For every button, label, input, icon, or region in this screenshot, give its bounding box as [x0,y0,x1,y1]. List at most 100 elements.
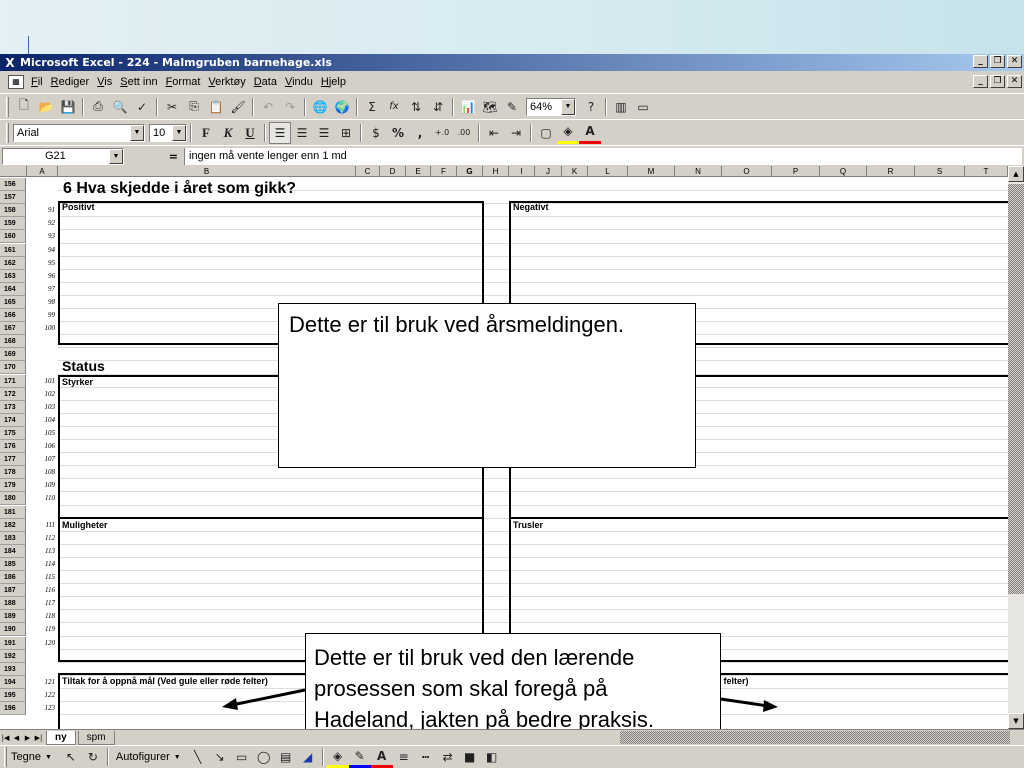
wordart-icon[interactable]: ◢ [297,746,319,768]
row-number-cell[interactable] [27,650,58,663]
row-number-cell[interactable]: 122 [27,689,58,702]
rectangle-icon[interactable]: ▭ [231,746,253,768]
window-icon[interactable]: ▭ [632,96,654,118]
row-header[interactable]: 162 [0,256,26,270]
sort-ascending-icon[interactable]: ⇅ [405,96,427,118]
row-header[interactable]: 160 [0,230,26,244]
row-header[interactable]: 176 [0,440,26,454]
row-header[interactable]: 189 [0,610,26,624]
menu-data[interactable]: Data [253,74,278,90]
column-header[interactable]: S [915,166,965,177]
row-number-cell[interactable]: 109 [27,479,58,492]
column-header[interactable]: K [562,166,588,177]
column-header[interactable]: T [965,166,1008,177]
name-box[interactable]: G21 ▼ [2,147,124,165]
scroll-down-icon[interactable]: ▼ [1008,713,1024,729]
row-number-cell[interactable]: 96 [27,270,58,283]
zoom-select[interactable]: 64% ▼ [526,97,576,116]
increase-indent-icon[interactable]: ⇥ [505,122,527,144]
row-number-cell[interactable]: 97 [27,283,58,296]
chevron-down-icon[interactable]: ▼ [130,124,144,141]
sheet-tab-spm[interactable]: spm [77,730,115,745]
row-header[interactable]: 178 [0,466,26,480]
row-header[interactable]: 168 [0,335,26,349]
row-header[interactable]: 196 [0,702,26,716]
row-header[interactable]: 184 [0,544,26,558]
help-icon[interactable]: ? [580,96,602,118]
vertical-scrollbar[interactable]: ▲ ▼ [1008,166,1024,729]
menu-vindu[interactable]: Vindu [284,74,314,90]
row-number-cell[interactable]: 95 [27,257,58,270]
currency-icon[interactable]: $ [365,122,387,144]
row-number-cell[interactable]: 102 [27,388,58,401]
decrease-indent-icon[interactable]: ⇤ [483,122,505,144]
row-number-cell[interactable]: 114 [27,558,58,571]
undo-icon[interactable]: ↶ [257,96,279,118]
column-header[interactable]: R [867,166,915,177]
row-header[interactable]: 195 [0,688,26,702]
row-header[interactable]: 175 [0,426,26,440]
row-number-cell[interactable]: 117 [27,597,58,610]
redo-icon[interactable]: ↷ [279,96,301,118]
draw-menu[interactable]: Tegne [11,751,41,763]
free-rotate-icon[interactable]: ↻ [82,746,104,768]
line-color-icon[interactable]: ✎ [348,746,371,768]
open-icon[interactable]: 📂 [35,96,57,118]
row-number-cell[interactable] [27,178,58,191]
fill-color-icon[interactable]: ◈ [557,122,579,144]
next-sheet-icon[interactable]: ▶ [22,732,33,744]
increase-decimal-icon[interactable]: +.0 [431,122,453,144]
row-number-cell[interactable]: 119 [27,623,58,636]
menu-format[interactable]: Format [165,74,202,90]
percent-button[interactable]: % [387,122,409,144]
row-header[interactable]: 188 [0,597,26,611]
font-size-select[interactable]: 10 ▼ [149,123,187,142]
fill-color-icon[interactable]: ◈ [326,746,349,768]
bold-button[interactable]: F [195,122,217,144]
font-color-icon[interactable]: A [370,746,393,768]
merge-center-icon[interactable]: ⊞ [335,122,357,144]
autosum-button[interactable]: Σ [361,96,383,118]
row-number-cell[interactable] [27,335,58,348]
row-number-cell[interactable]: 92 [27,217,58,230]
row-number-cell[interactable] [27,506,58,519]
dash-style-icon[interactable]: ┅ [415,746,437,768]
hyperlink-icon[interactable]: 🌐 [309,96,331,118]
cut-icon[interactable]: ✂ [161,96,183,118]
column-header[interactable]: H [483,166,509,177]
menu-vis[interactable]: Vis [96,74,113,90]
row-header[interactable]: 158 [0,204,26,218]
row-header[interactable]: 173 [0,400,26,414]
function-button[interactable]: fx [383,96,405,118]
3d-icon[interactable]: ◧ [481,746,503,768]
line-icon[interactable]: ╲ [187,746,209,768]
chart-wizard-icon[interactable]: 📊 [457,96,479,118]
doc-close-button[interactable]: ✕ [1007,75,1022,88]
row-number-cell[interactable]: 118 [27,610,58,623]
column-header[interactable]: D [380,166,406,177]
row-number-cell[interactable]: 110 [27,492,58,505]
column-header[interactable]: J [535,166,562,177]
copy-icon[interactable]: ⎘ [183,96,205,118]
underline-button[interactable]: U [239,122,261,144]
shadow-icon[interactable]: ■ [459,746,481,768]
new-icon[interactable]: 🗋 [13,96,35,118]
chevron-down-icon[interactable]: ▼ [561,98,575,115]
align-right-icon[interactable]: ☰ [313,122,335,144]
menu-fil[interactable]: Fil [30,74,44,90]
save-icon[interactable]: 💾 [57,96,79,118]
textbox-icon[interactable]: ▤ [275,746,297,768]
map-icon[interactable]: 🗺 [479,96,501,118]
row-number-cell[interactable]: 94 [27,244,58,257]
row-number-cell[interactable]: 91 [27,204,58,217]
row-header[interactable]: 191 [0,636,26,650]
row-number-cell[interactable]: 111 [27,519,58,532]
align-center-icon[interactable]: ☰ [291,122,313,144]
row-header[interactable]: 172 [0,387,26,401]
spelling-icon[interactable]: ✓ [131,96,153,118]
row-header[interactable]: 194 [0,675,26,689]
toolbar-grip[interactable] [6,122,9,143]
row-number-cell[interactable]: 93 [27,230,58,243]
last-sheet-icon[interactable]: ▶| [33,732,44,744]
row-number-cell[interactable]: 100 [27,322,58,335]
